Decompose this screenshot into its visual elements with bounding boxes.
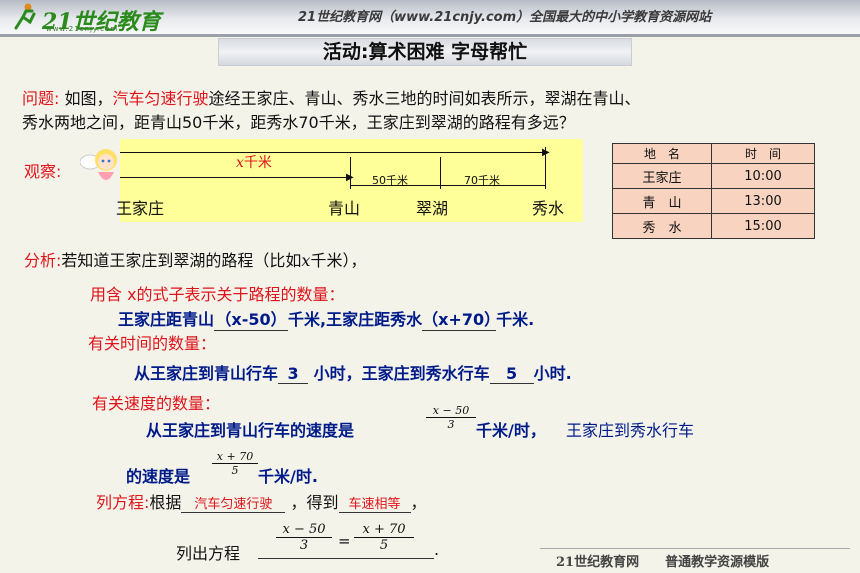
observe-label: 观察:: [24, 162, 62, 181]
route-diagram: ▶ ▶ x千米 50千米 70千米 王家庄 青山 翠湖 秀水: [116, 139, 583, 222]
table-header-time: 时 间: [711, 143, 815, 164]
distance-text-a: 王家庄距青山: [118, 310, 215, 329]
speed-line-1-a: 从王家庄到青山行车的速度是: [146, 421, 355, 440]
table-row: 青 山 13:00: [612, 188, 815, 214]
equation-lhs-fraction: x − 50 3: [276, 522, 332, 553]
footer-divider: [540, 548, 850, 549]
table-cell-place: 青 山: [612, 188, 712, 214]
xiushui-tick: [545, 147, 546, 189]
blank-x-plus-70: （x+70）: [422, 306, 500, 331]
table-row: 秀 水 15:00: [612, 213, 815, 239]
time-line: 从王家庄到青山行车 3 小时，王家庄到秀水行车 5 小时.: [134, 360, 572, 384]
x-distance-line: [120, 152, 545, 153]
equation-label: 列方程:: [96, 493, 150, 512]
table-header-row: 地 名 时 间: [612, 143, 815, 164]
time-text-c: 小时.: [533, 364, 572, 383]
footer-text: 21世纪教育网 普通教学资源模版: [556, 555, 770, 570]
distance-text-c: 千米.: [496, 310, 535, 329]
problem-line-2: 秀水两地之间，距青山50千米，距秀水70千米，王家庄到翠湖的路程有多远？: [22, 113, 575, 132]
table-header-place: 地 名: [612, 143, 712, 164]
place-wangjiazhuang: 王家庄: [116, 199, 165, 218]
cuihu-tick: [440, 157, 441, 189]
logo-runner-icon: [14, 3, 36, 30]
table-cell-time: 10:00: [711, 163, 815, 189]
title-banner: 活动:算术困难 字母帮忙: [218, 38, 632, 66]
analysis-label: 分析:: [24, 251, 62, 270]
table-cell-time: 15:00: [711, 213, 815, 239]
blank-uniform-speed: 汽车匀速行驶: [181, 493, 286, 513]
problem-label: 问题:: [22, 89, 60, 108]
time-subheading: 有关时间的数量：: [88, 334, 217, 353]
equation-line: 列方程:根据 汽车匀速行驶 ，得到 车速相等，: [96, 489, 427, 513]
equation-text-a: 根据: [149, 493, 182, 512]
time-text-b: 小时，王家庄到秀水行车: [308, 364, 490, 383]
analysis-line: 分析:若知道王家庄到翠湖的路程（比如x千米），: [24, 247, 366, 271]
wangjia-qingshan-line: [120, 177, 350, 178]
header-slogan: 21世纪教育网（www.21cnjy.com）全国最大的中小学教育资源网站: [298, 10, 712, 25]
fraction-x-plus-70-over-5: x + 70 5: [212, 450, 258, 477]
table-cell-place: 王家庄: [612, 163, 712, 189]
table-row: 王家庄 10:00: [612, 163, 815, 189]
blank-equal-speed: 车速相等: [338, 493, 411, 513]
speed-line-2-b: 千米/时.: [258, 467, 318, 486]
time-text-a: 从王家庄到青山行车: [134, 364, 279, 383]
logo-url: www.21cnjy.com: [46, 25, 119, 33]
equation-text-c: ，: [410, 493, 427, 512]
equation-rhs-fraction: x + 70 5: [354, 522, 414, 553]
analysis-text-a: 若知道王家庄到翠湖的路程（比如: [61, 251, 302, 270]
equation-end-period: .: [434, 540, 440, 559]
problem-line-1: 问题: 如图，汽车匀速行驶途经王家庄、青山、秀水三地的时间如表所示，翠湖在青山、: [22, 85, 641, 109]
speed-line-2-a: 的速度是: [126, 467, 191, 486]
problem-text-b: 途经王家庄、青山、秀水三地的时间如表所示，翠湖在青山、: [208, 89, 641, 108]
place-qingshan: 青山: [328, 199, 361, 218]
speed-line-1-c: 王家庄到秀水行车: [566, 421, 695, 440]
distance-subheading: 用含 x的式子表示关于路程的数量：: [90, 285, 345, 304]
time-table: 地 名 时 间 王家庄 10:00 青 山 13:00 秀 水 15:00: [612, 143, 815, 239]
distance-line: 王家庄距青山（x-50）千米,王家庄距秀水（x+70）千米.: [118, 306, 534, 331]
blank-time-5: 5: [489, 364, 534, 384]
qingshan-tick: [350, 157, 351, 189]
segment-50-label: 50千米: [372, 174, 408, 187]
segment-70-label: 70千米: [464, 174, 500, 187]
equation-result-label: 列出方程: [176, 544, 241, 563]
speed-line-1-b: 千米/时，: [476, 421, 546, 440]
fraction-x-minus-50-over-3: x − 50 3: [426, 404, 476, 431]
blank-x-minus-50: （x-50）: [214, 306, 289, 331]
speed-subheading: 有关速度的数量：: [92, 394, 221, 413]
equals-sign: =: [338, 532, 351, 550]
distance-text-b: 千米,王家庄距秀水: [288, 310, 423, 329]
blank-time-3: 3: [278, 364, 309, 384]
analysis-text-b: 千米），: [310, 251, 367, 270]
table-cell-time: 13:00: [711, 188, 815, 214]
page-title: 活动:算术困难 字母帮忙: [322, 41, 528, 63]
equation-text-b: ，得到: [285, 493, 339, 512]
x-distance-label: x千米: [236, 155, 272, 171]
problem-text-a: 如图，: [59, 89, 113, 108]
equation-underline: [258, 558, 434, 559]
place-cuihu: 翠湖: [416, 199, 449, 218]
table-cell-place: 秀 水: [612, 213, 712, 239]
problem-highlight: 汽车匀速行驶: [112, 89, 209, 108]
place-xiushui: 秀水: [532, 199, 565, 218]
